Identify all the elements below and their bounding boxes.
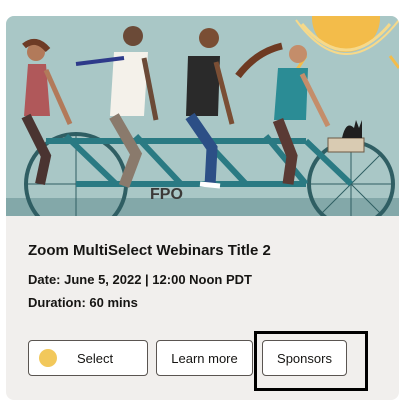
fpo-label: FPO bbox=[150, 186, 183, 203]
sponsors-button[interactable]: Sponsors bbox=[262, 340, 347, 376]
webinar-duration: Duration: 60 mins bbox=[28, 295, 138, 310]
select-circle-icon bbox=[39, 349, 57, 367]
webinar-date: Date: June 5, 2022 | 12:00 Noon PDT bbox=[28, 272, 252, 287]
learn-more-button[interactable]: Learn more bbox=[156, 340, 253, 376]
select-button[interactable]: Select bbox=[28, 340, 148, 376]
select-button-label: Select bbox=[77, 350, 114, 366]
webinar-hero-image: FPO bbox=[6, 16, 399, 216]
learn-more-label: Learn more bbox=[171, 350, 238, 366]
webinar-card: FPO Zoom MultiSelect Webinars Title 2 Da… bbox=[6, 16, 399, 400]
tandem-bicycle-illustration: FPO bbox=[6, 16, 399, 216]
webinar-title: Zoom MultiSelect Webinars Title 2 bbox=[28, 242, 271, 259]
sponsors-label: Sponsors bbox=[277, 350, 332, 366]
